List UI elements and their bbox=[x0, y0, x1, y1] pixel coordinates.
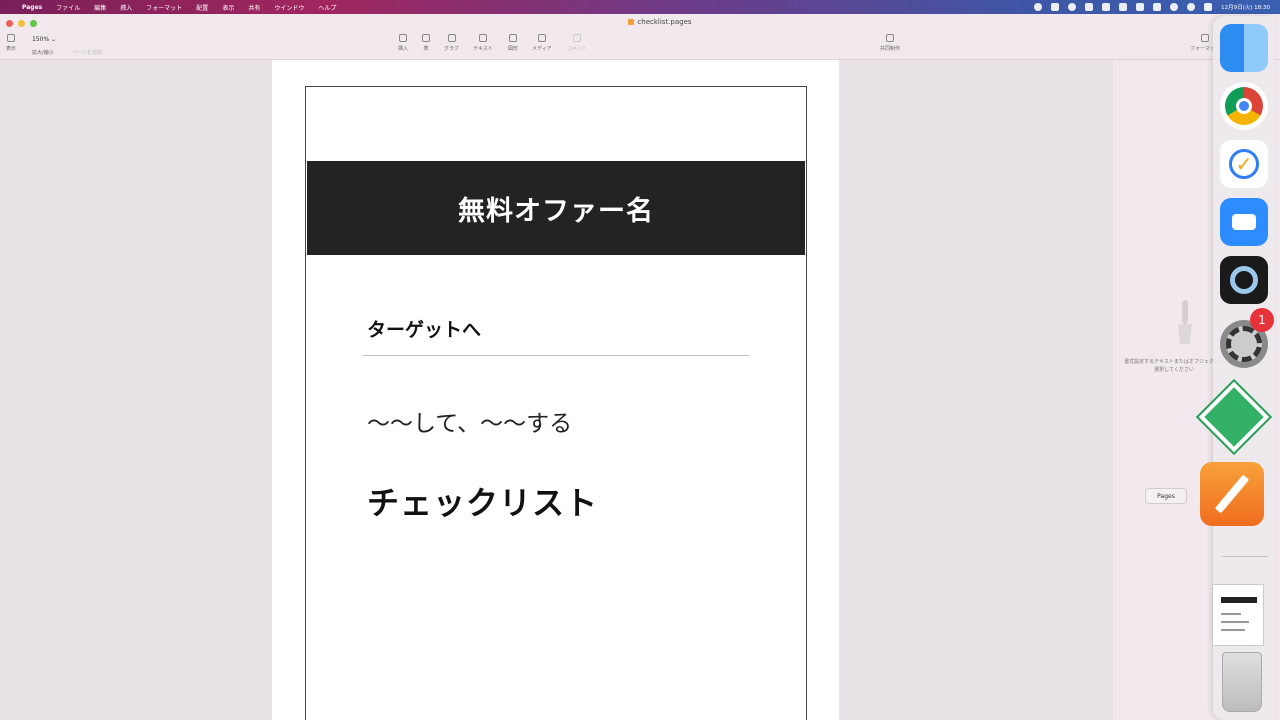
control-center-icon[interactable] bbox=[1204, 3, 1213, 11]
display-icon[interactable] bbox=[1085, 3, 1094, 11]
menu-insert[interactable]: 挿入 bbox=[120, 3, 132, 12]
camera-icon bbox=[1232, 214, 1256, 230]
chrome-icon[interactable] bbox=[1220, 82, 1268, 130]
menu-view[interactable]: 表示 bbox=[222, 3, 234, 12]
zoom-label: 拡大/縮小 bbox=[32, 50, 54, 56]
table-label: 表 bbox=[423, 46, 429, 52]
document-title-text: checklist.pages bbox=[637, 18, 692, 26]
thumb-line bbox=[1221, 613, 1241, 615]
menu-arrange[interactable]: 配置 bbox=[196, 3, 208, 12]
offer-title-banner[interactable]: 無料オファー名 bbox=[307, 161, 805, 255]
close-window-button[interactable] bbox=[6, 20, 13, 27]
chrome-core bbox=[1236, 98, 1252, 114]
menu-bar: Pages ファイル 編集 挿入 フォーマット 配置 表示 共有 ウインドウ ヘ… bbox=[0, 0, 1280, 14]
target-heading[interactable]: ターゲットへ bbox=[367, 315, 481, 342]
divider-line bbox=[363, 355, 749, 356]
window-controls bbox=[6, 20, 37, 27]
collaborate-icon bbox=[886, 34, 894, 42]
zoom-select[interactable]: 150% ⌄ bbox=[32, 36, 56, 43]
menu-help[interactable]: ヘルプ bbox=[318, 3, 336, 12]
shape-button[interactable]: 図形 bbox=[508, 34, 518, 52]
view-button[interactable]: 表示 bbox=[6, 34, 16, 52]
diamond-app-icon[interactable] bbox=[1195, 378, 1273, 456]
media-label: メディア bbox=[532, 46, 552, 52]
tasks-icon[interactable]: ✓ bbox=[1220, 140, 1268, 188]
dock-separator bbox=[1222, 556, 1268, 557]
text-icon bbox=[478, 34, 487, 42]
comment-label: コメント bbox=[567, 46, 588, 52]
document-title: checklist.pages bbox=[560, 18, 760, 26]
collaborate-button[interactable]: 共同制作 bbox=[880, 34, 900, 52]
format-brush-icon bbox=[1201, 34, 1209, 42]
chrome-ring bbox=[1225, 87, 1263, 125]
minimize-window-button[interactable] bbox=[18, 20, 25, 27]
chrome-status-icon[interactable] bbox=[1068, 3, 1077, 11]
pen-icon bbox=[1214, 474, 1250, 514]
status-area: 12月9日(火) 18:30 bbox=[1034, 0, 1270, 14]
toolbar: checklist.pages 表示 150% ⌄ 拡大/縮小 ページを追加 挿… bbox=[0, 14, 1280, 60]
menubar-clock[interactable]: 12月9日(火) 18:30 bbox=[1221, 3, 1270, 11]
wifi-icon[interactable] bbox=[1170, 3, 1179, 11]
notification-badge: 1 bbox=[1250, 308, 1274, 332]
diamond-icon bbox=[1195, 378, 1273, 456]
media-button[interactable]: メディア bbox=[532, 34, 552, 52]
menu-app-name[interactable]: Pages bbox=[22, 4, 42, 11]
view-label: 表示 bbox=[6, 46, 17, 52]
menu-format[interactable]: フォーマット bbox=[146, 3, 182, 12]
insert-button[interactable]: 挿入 bbox=[398, 34, 408, 52]
table-button[interactable]: 表 bbox=[422, 34, 430, 52]
comment-button[interactable]: コメント bbox=[567, 34, 587, 52]
comment-icon bbox=[573, 34, 581, 42]
checklist-heading[interactable]: チェックリスト bbox=[367, 478, 598, 524]
thumb-line bbox=[1221, 629, 1245, 631]
quicktime-icon[interactable] bbox=[1220, 256, 1268, 304]
menu-file[interactable]: ファイル bbox=[56, 3, 80, 12]
media-icon bbox=[537, 34, 546, 42]
volume-icon[interactable] bbox=[1136, 3, 1145, 11]
sidebar-icon bbox=[7, 34, 15, 42]
menu-edit[interactable]: 編集 bbox=[94, 3, 106, 12]
recent-document-thumbnail[interactable] bbox=[1212, 584, 1264, 646]
thumb-line bbox=[1221, 621, 1249, 623]
chart-icon bbox=[447, 34, 456, 42]
menu-share[interactable]: 共有 bbox=[248, 3, 260, 12]
trash-icon[interactable] bbox=[1222, 652, 1262, 712]
format-panel-note: 書式設定するテキストまたはオブジェクトを選択してください bbox=[1124, 359, 1224, 373]
record-icon[interactable] bbox=[1034, 3, 1043, 11]
thumb-banner bbox=[1221, 597, 1257, 603]
keyboard-icon[interactable] bbox=[1102, 3, 1111, 11]
chart-label: グラフ bbox=[444, 46, 460, 52]
collaborate-label: 共同制作 bbox=[880, 46, 901, 52]
finder-icon[interactable] bbox=[1220, 24, 1268, 72]
paragraph-icon bbox=[399, 34, 407, 42]
checkmark-icon: ✓ bbox=[1229, 149, 1259, 179]
description-text[interactable]: 〜〜して、〜〜する bbox=[367, 404, 572, 438]
add-page-label: ページを追加 bbox=[72, 50, 102, 56]
bluetooth-icon[interactable] bbox=[1119, 3, 1128, 11]
text-button[interactable]: テキスト bbox=[473, 34, 493, 52]
shape-icon bbox=[509, 34, 517, 42]
table-icon bbox=[422, 34, 430, 42]
search-icon[interactable] bbox=[1187, 3, 1196, 11]
pages-app-icon[interactable] bbox=[1200, 462, 1264, 526]
paintbrush-icon bbox=[1178, 300, 1192, 344]
shape-label: 図形 bbox=[508, 46, 519, 52]
document-icon bbox=[628, 19, 635, 25]
insert-label: 挿入 bbox=[398, 46, 409, 52]
text-label: テキスト bbox=[473, 46, 493, 52]
gear-icon bbox=[1226, 326, 1262, 362]
menu-window[interactable]: ウインドウ bbox=[274, 3, 304, 12]
zoom-icon[interactable] bbox=[1220, 198, 1268, 246]
chart-button[interactable]: グラフ bbox=[444, 34, 459, 52]
screenshot-icon[interactable] bbox=[1051, 3, 1060, 11]
battery-icon[interactable] bbox=[1153, 3, 1162, 11]
fullscreen-window-button[interactable] bbox=[30, 20, 37, 27]
dock-tooltip: Pages bbox=[1145, 488, 1187, 504]
quicktime-q-icon bbox=[1230, 266, 1258, 294]
